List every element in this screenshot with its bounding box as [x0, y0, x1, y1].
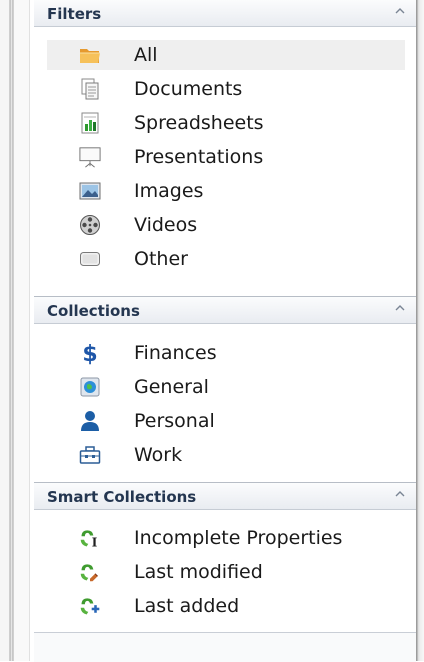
collection-item-label: Personal — [134, 410, 215, 432]
smart-collections-header-title: Smart Collections — [47, 488, 197, 506]
filters-header-title: Filters — [47, 5, 102, 23]
filter-item-label: Documents — [134, 78, 243, 100]
collection-item-personal[interactable]: Personal — [47, 406, 405, 436]
folder-icon — [79, 44, 101, 66]
briefcase-icon — [79, 444, 101, 466]
dollar-icon: $ — [79, 342, 101, 365]
filter-item-label: Images — [134, 180, 204, 202]
smart-item-label: Last added — [134, 595, 240, 617]
filter-item-label: All — [134, 44, 158, 66]
filter-item-label: Spreadsheets — [134, 112, 264, 134]
filter-item-all[interactable]: All — [47, 40, 405, 70]
collection-item-label: Work — [134, 444, 183, 466]
collapse-chevron-icon[interactable] — [394, 5, 406, 17]
window-frame-left — [0, 0, 30, 661]
image-icon — [79, 180, 101, 202]
collapse-chevron-icon[interactable] — [394, 302, 406, 314]
smart-item-label: Incomplete Properties — [134, 527, 343, 549]
smart-incomplete-icon: I — [79, 527, 101, 549]
collections-header-title: Collections — [47, 302, 140, 320]
svg-text:$: $ — [82, 342, 97, 365]
filter-item-videos[interactable]: Videos — [47, 210, 405, 240]
spreadsheet-icon — [79, 112, 101, 134]
collection-item-label: General — [134, 376, 209, 398]
person-icon — [79, 410, 101, 432]
globe-icon — [79, 376, 101, 398]
smart-item-last-added[interactable]: Last added — [47, 591, 405, 621]
panel-footer — [34, 632, 416, 662]
collection-item-finances[interactable]: $ Finances — [47, 338, 405, 368]
smart-added-icon — [79, 595, 101, 617]
collapse-chevron-icon[interactable] — [394, 488, 406, 500]
filter-item-label: Presentations — [134, 146, 264, 168]
filters-header[interactable]: Filters — [34, 0, 416, 27]
smart-item-label: Last modified — [134, 561, 263, 583]
collection-item-label: Finances — [134, 342, 217, 364]
filter-item-label: Videos — [134, 214, 198, 236]
filter-item-label: Other — [134, 248, 188, 270]
smart-item-incomplete-properties[interactable]: I Incomplete Properties — [47, 523, 405, 553]
filter-item-other[interactable]: Other — [47, 244, 405, 274]
film-reel-icon — [79, 214, 101, 236]
panel-scrollbar-edge[interactable] — [416, 0, 424, 661]
filter-item-documents[interactable]: Documents — [47, 74, 405, 104]
filter-item-spreadsheets[interactable]: Spreadsheets — [47, 108, 405, 138]
filter-item-presentations[interactable]: Presentations — [47, 142, 405, 172]
smart-item-last-modified[interactable]: Last modified — [47, 557, 405, 587]
other-file-icon — [79, 248, 101, 270]
smart-modified-icon — [79, 561, 101, 583]
collection-item-work[interactable]: Work — [47, 440, 405, 470]
filter-item-images[interactable]: Images — [47, 176, 405, 206]
presentation-icon — [79, 146, 101, 168]
svg-text:I: I — [92, 535, 98, 549]
documents-icon — [79, 78, 101, 100]
collection-item-general[interactable]: General — [47, 372, 405, 402]
collections-header[interactable]: Collections — [34, 296, 416, 324]
smart-collections-header[interactable]: Smart Collections — [34, 482, 416, 510]
